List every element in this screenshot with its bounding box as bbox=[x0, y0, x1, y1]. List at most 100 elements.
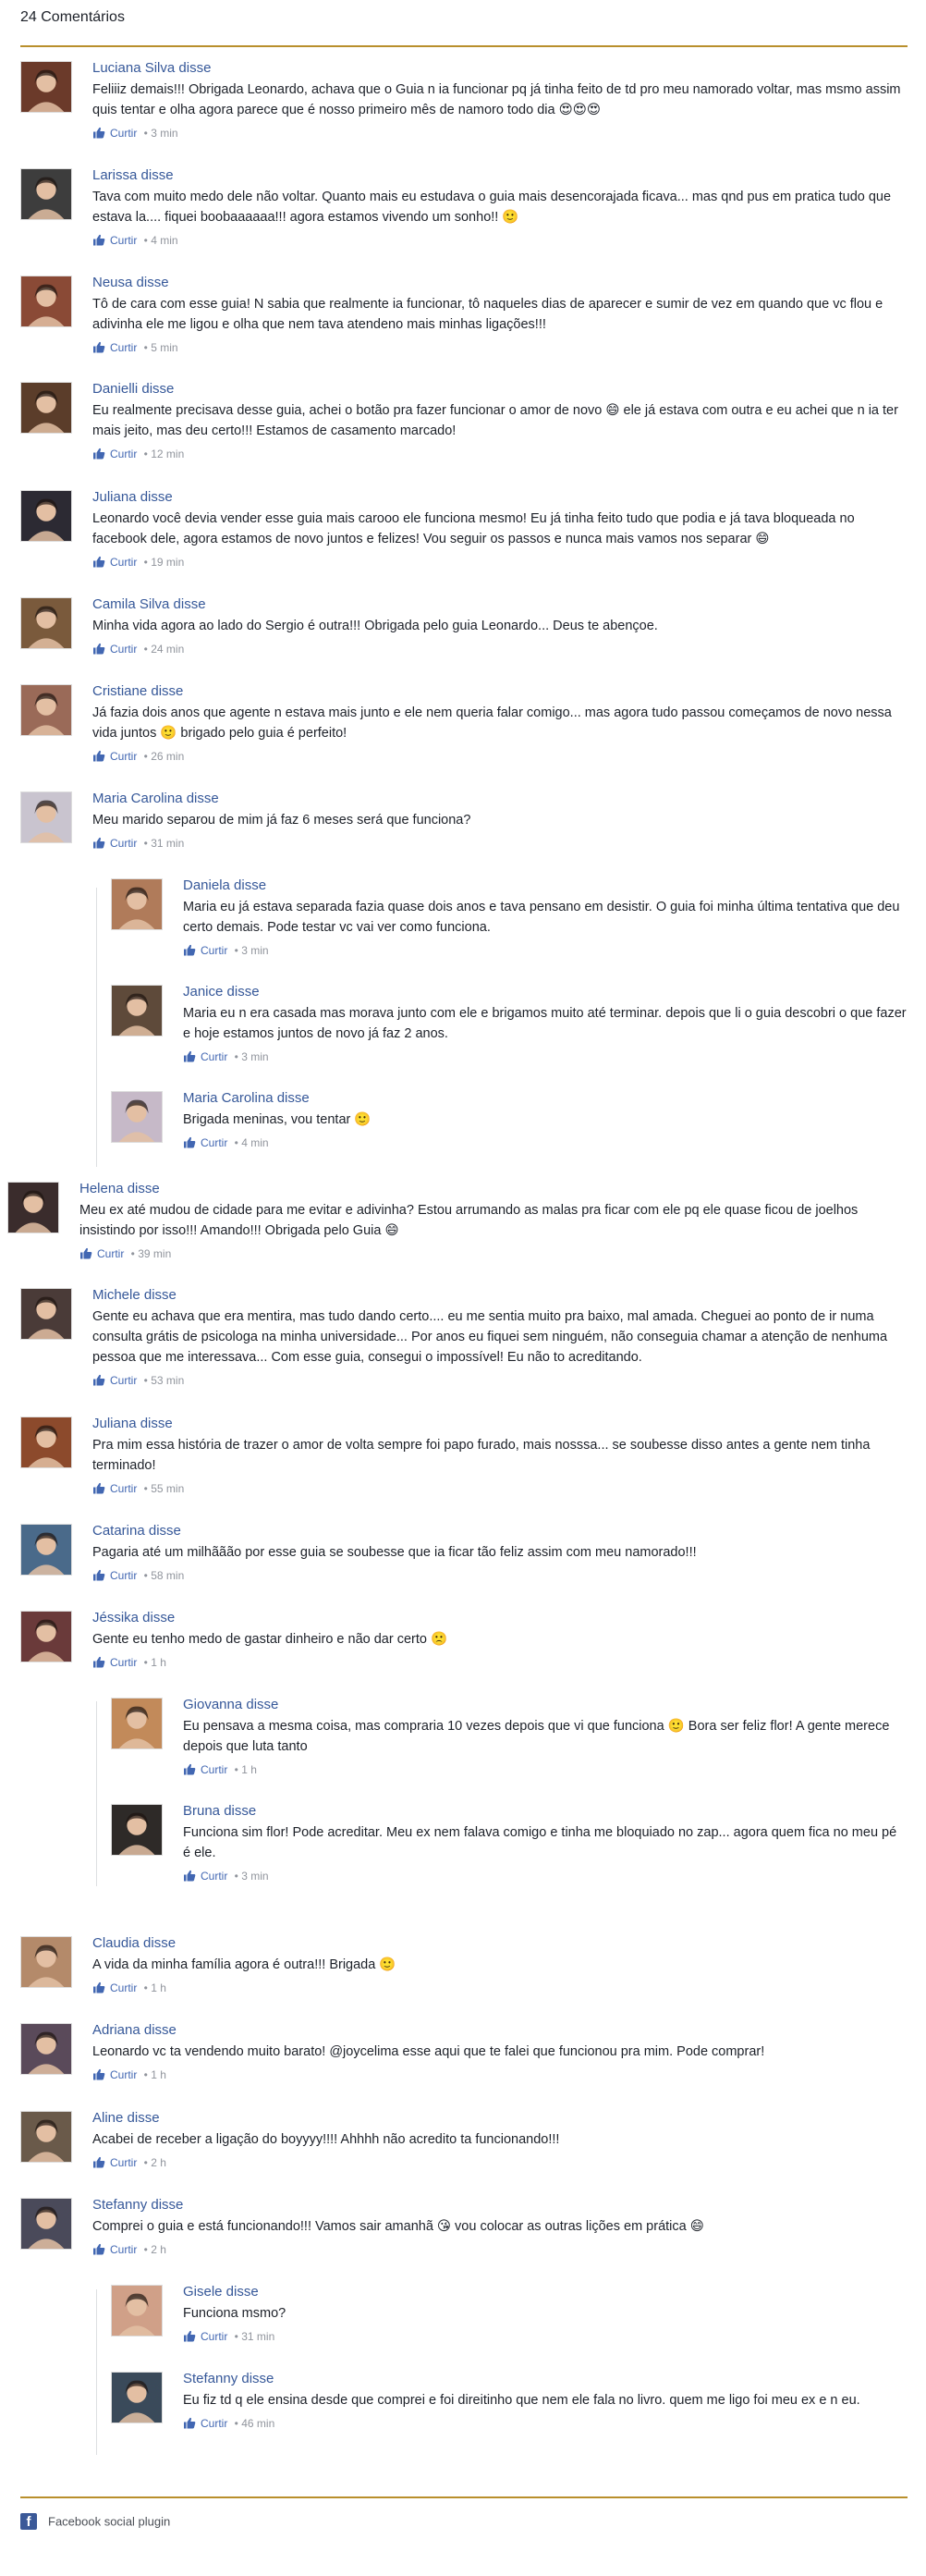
like-button[interactable]: Curtir bbox=[92, 2242, 137, 2257]
avatar[interactable] bbox=[20, 2111, 72, 2163]
like-button[interactable]: Curtir bbox=[92, 2155, 137, 2170]
like-button[interactable]: Curtir bbox=[183, 1135, 227, 1150]
comment-time[interactable]: 1 h bbox=[241, 1763, 257, 1776]
comment-time[interactable]: 46 min bbox=[241, 2417, 274, 2430]
comment-time[interactable]: 58 min bbox=[151, 1569, 184, 1582]
comment-time[interactable]: 3 min bbox=[241, 1050, 268, 1063]
like-button[interactable]: Curtir bbox=[92, 2067, 137, 2082]
commenter-name[interactable]: Larissa disse bbox=[92, 166, 908, 185]
comment-time[interactable]: 19 min bbox=[151, 556, 184, 569]
commenter-name[interactable]: Luciana Silva disse bbox=[92, 59, 908, 78]
commenter-name[interactable]: Maria Carolina disse bbox=[92, 790, 908, 808]
commenter-name[interactable]: Helena disse bbox=[79, 1180, 908, 1198]
avatar[interactable] bbox=[20, 2023, 72, 2075]
commenter-name[interactable]: Danielli disse bbox=[92, 380, 908, 399]
like-button[interactable]: Curtir bbox=[183, 2416, 227, 2431]
comment-time[interactable]: 1 h bbox=[151, 1981, 166, 1994]
like-button[interactable]: Curtir bbox=[92, 1655, 137, 1670]
like-button[interactable]: Curtir bbox=[183, 1869, 227, 1883]
avatar[interactable] bbox=[20, 168, 72, 220]
avatar[interactable] bbox=[20, 1288, 72, 1340]
commenter-name[interactable]: Stefanny disse bbox=[92, 2196, 908, 2214]
avatar[interactable] bbox=[20, 490, 72, 542]
comment-time[interactable]: 3 min bbox=[151, 127, 177, 140]
comment-time[interactable]: 3 min bbox=[241, 944, 268, 957]
like-button[interactable]: Curtir bbox=[92, 447, 137, 461]
comment-time[interactable]: 2 h bbox=[151, 2243, 166, 2256]
like-button[interactable]: Curtir bbox=[92, 555, 137, 570]
like-button[interactable]: Curtir bbox=[92, 340, 137, 355]
like-button[interactable]: Curtir bbox=[92, 642, 137, 656]
avatar[interactable] bbox=[20, 2198, 72, 2250]
comment-time[interactable]: 12 min bbox=[151, 448, 184, 460]
avatar[interactable] bbox=[111, 2285, 163, 2337]
commenter-name[interactable]: Daniela disse bbox=[183, 877, 908, 895]
comment-time[interactable]: 3 min bbox=[241, 1870, 268, 1883]
avatar[interactable] bbox=[20, 1417, 72, 1468]
like-button[interactable]: Curtir bbox=[92, 1373, 137, 1388]
commenter-name[interactable]: Juliana disse bbox=[92, 488, 908, 507]
commenter-name[interactable]: Catarina disse bbox=[92, 1522, 908, 1540]
commenter-name[interactable]: Neusa disse bbox=[92, 274, 908, 292]
avatar[interactable] bbox=[111, 985, 163, 1037]
comment-time[interactable]: 24 min bbox=[151, 643, 184, 656]
comment-time[interactable]: 1 h bbox=[151, 1656, 166, 1669]
like-label: Curtir bbox=[110, 127, 138, 140]
avatar[interactable] bbox=[111, 1091, 163, 1143]
commenter-name[interactable]: Adriana disse bbox=[92, 2021, 908, 2040]
like-button[interactable]: Curtir bbox=[183, 2329, 227, 2344]
avatar[interactable] bbox=[20, 1936, 72, 1988]
commenter-name[interactable]: Janice disse bbox=[183, 983, 908, 1001]
avatar[interactable] bbox=[20, 684, 72, 736]
commenter-name[interactable]: Jéssika disse bbox=[92, 1609, 908, 1627]
avatar[interactable] bbox=[111, 1698, 163, 1749]
like-label: Curtir bbox=[97, 1247, 125, 1260]
avatar[interactable] bbox=[20, 791, 72, 843]
comment-time[interactable]: 31 min bbox=[241, 2330, 274, 2343]
like-button[interactable]: Curtir bbox=[183, 1762, 227, 1777]
commenter-name[interactable]: Gisele disse bbox=[183, 2283, 908, 2301]
commenter-name[interactable]: Bruna disse bbox=[183, 1802, 908, 1821]
commenter-name[interactable]: Michele disse bbox=[92, 1286, 908, 1305]
avatar[interactable] bbox=[20, 61, 72, 113]
commenter-name[interactable]: Giovanna disse bbox=[183, 1696, 908, 1714]
like-button[interactable]: Curtir bbox=[183, 1049, 227, 1064]
comment-time[interactable]: 4 min bbox=[151, 234, 177, 247]
like-button[interactable]: Curtir bbox=[79, 1246, 124, 1261]
avatar[interactable] bbox=[111, 878, 163, 930]
avatar[interactable] bbox=[20, 382, 72, 434]
comment-time-separator: • bbox=[140, 448, 152, 460]
comment-time[interactable]: 1 h bbox=[151, 2068, 166, 2081]
avatar[interactable] bbox=[20, 1524, 72, 1576]
comment-time[interactable]: 39 min bbox=[138, 1247, 171, 1260]
facebook-plugin-footer[interactable]: f Facebook social plugin bbox=[20, 2513, 170, 2532]
like-button[interactable]: Curtir bbox=[92, 233, 137, 248]
like-button[interactable]: Curtir bbox=[92, 126, 137, 141]
avatar[interactable] bbox=[20, 597, 72, 649]
commenter-name[interactable]: Maria Carolina disse bbox=[183, 1089, 908, 1108]
commenter-name[interactable]: Aline disse bbox=[92, 2109, 908, 2128]
comment-time[interactable]: 53 min bbox=[151, 1374, 184, 1387]
comment-time[interactable]: 26 min bbox=[151, 750, 184, 763]
commenter-name[interactable]: Stefanny disse bbox=[183, 2370, 908, 2388]
commenter-name[interactable]: Cristiane disse bbox=[92, 682, 908, 701]
comment-time[interactable]: 55 min bbox=[151, 1482, 184, 1495]
like-button[interactable]: Curtir bbox=[183, 943, 227, 958]
avatar[interactable] bbox=[20, 276, 72, 327]
commenter-name[interactable]: Claudia disse bbox=[92, 1934, 908, 1953]
comment-time[interactable]: 2 h bbox=[151, 2156, 166, 2169]
avatar[interactable] bbox=[7, 1182, 59, 1233]
like-button[interactable]: Curtir bbox=[92, 749, 137, 764]
like-button[interactable]: Curtir bbox=[92, 1981, 137, 1995]
commenter-name[interactable]: Camila Silva disse bbox=[92, 595, 908, 614]
comment-time[interactable]: 5 min bbox=[151, 341, 177, 354]
avatar[interactable] bbox=[20, 1611, 72, 1662]
like-button[interactable]: Curtir bbox=[92, 1568, 137, 1583]
commenter-name[interactable]: Juliana disse bbox=[92, 1415, 908, 1433]
like-button[interactable]: Curtir bbox=[92, 836, 137, 851]
like-button[interactable]: Curtir bbox=[92, 1481, 137, 1496]
comment-time[interactable]: 31 min bbox=[151, 837, 184, 850]
avatar[interactable] bbox=[111, 2372, 163, 2423]
comment-time[interactable]: 4 min bbox=[241, 1136, 268, 1149]
avatar[interactable] bbox=[111, 1804, 163, 1856]
